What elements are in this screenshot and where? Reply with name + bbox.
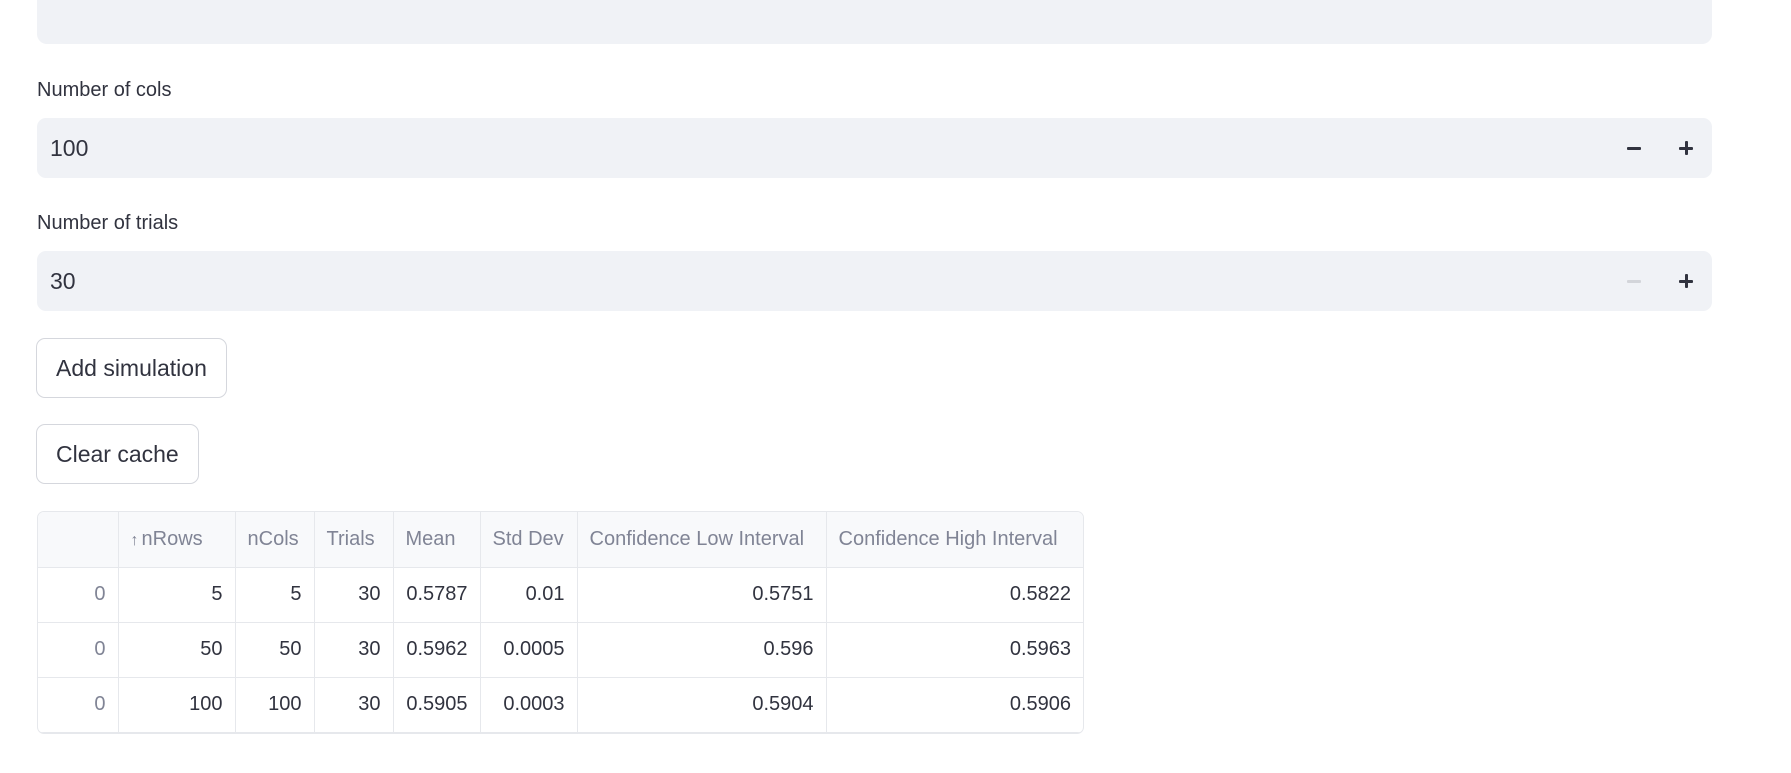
column-header-index[interactable]	[38, 512, 119, 568]
trials-decrement-button[interactable]	[1608, 251, 1660, 311]
column-header-std-dev[interactable]: Std Dev	[480, 512, 578, 568]
table-cell-mean[interactable]: 0.5962	[393, 622, 481, 678]
trials-label: Number of trials	[37, 212, 179, 234]
table-cell-index[interactable]: 0	[38, 567, 119, 623]
results-table[interactable]: ↑ nRows nCols Trials Mean Std Dev Confide…	[37, 511, 1084, 734]
sort-ascending-icon: ↑	[130, 531, 139, 549]
plus-icon	[1679, 141, 1693, 155]
add-simulation-button[interactable]: Add simulation	[36, 338, 227, 398]
table-cell-ncols[interactable]: 50	[235, 622, 315, 678]
table-cell-std-dev[interactable]: 0.01	[480, 567, 578, 623]
column-header-nrows[interactable]: ↑ nRows	[118, 512, 236, 568]
trials-number-input[interactable]: 30	[37, 251, 1712, 311]
previous-number-input[interactable]	[37, 0, 1712, 44]
table-cell-index[interactable]: 0	[38, 677, 119, 733]
table-cell-confidence-high[interactable]: 0.5822	[826, 567, 1083, 623]
table-row: 0 5 5 30 0.5787 0.01 0.5751 0.5822	[38, 567, 1083, 623]
table-cell-trials[interactable]: 30	[314, 677, 394, 733]
cols-label: Number of cols	[37, 79, 172, 101]
table-cell-confidence-low[interactable]: 0.596	[577, 622, 827, 678]
table-cell-nrows[interactable]: 5	[118, 567, 236, 623]
clear-cache-button[interactable]: Clear cache	[36, 424, 199, 484]
table-cell-confidence-low[interactable]: 0.5904	[577, 677, 827, 733]
column-header-ncols[interactable]: nCols	[235, 512, 315, 568]
trials-increment-button[interactable]	[1660, 251, 1712, 311]
column-header-confidence-low[interactable]: Confidence Low Interval	[577, 512, 827, 568]
table-row: 0 50 50 30 0.5962 0.0005 0.596 0.5963	[38, 622, 1083, 678]
cols-value[interactable]: 100	[37, 135, 1608, 162]
plus-icon	[1679, 274, 1693, 288]
table-cell-std-dev[interactable]: 0.0005	[480, 622, 578, 678]
cols-increment-button[interactable]	[1660, 118, 1712, 178]
table-cell-confidence-low[interactable]: 0.5751	[577, 567, 827, 623]
table-cell-mean[interactable]: 0.5905	[393, 677, 481, 733]
minus-icon	[1627, 146, 1641, 150]
minus-icon	[1627, 279, 1641, 283]
table-cell-ncols[interactable]: 5	[235, 567, 315, 623]
app-main: Number of cols 100 Number of trials 30 A…	[0, 0, 1791, 773]
table-cell-confidence-high[interactable]: 0.5963	[826, 622, 1083, 678]
trials-value[interactable]: 30	[37, 268, 1608, 295]
table-cell-index[interactable]: 0	[38, 622, 119, 678]
table-cell-std-dev[interactable]: 0.0003	[480, 677, 578, 733]
column-header-trials[interactable]: Trials	[314, 512, 394, 568]
column-header-mean[interactable]: Mean	[393, 512, 481, 568]
table-cell-mean[interactable]: 0.5787	[393, 567, 481, 623]
table-cell-trials[interactable]: 30	[314, 622, 394, 678]
cols-decrement-button[interactable]	[1608, 118, 1660, 178]
table-cell-nrows[interactable]: 50	[118, 622, 236, 678]
cols-number-input[interactable]: 100	[37, 118, 1712, 178]
table-cell-nrows[interactable]: 100	[118, 677, 236, 733]
table-header-row: ↑ nRows nCols Trials Mean Std Dev Confide…	[38, 512, 1083, 568]
table-cell-ncols[interactable]: 100	[235, 677, 315, 733]
table-cell-confidence-high[interactable]: 0.5906	[826, 677, 1083, 733]
table-row: 0 100 100 30 0.5905 0.0003 0.5904 0.5906	[38, 677, 1083, 733]
column-header-confidence-high[interactable]: Confidence High Interval	[826, 512, 1083, 568]
table-cell-trials[interactable]: 30	[314, 567, 394, 623]
